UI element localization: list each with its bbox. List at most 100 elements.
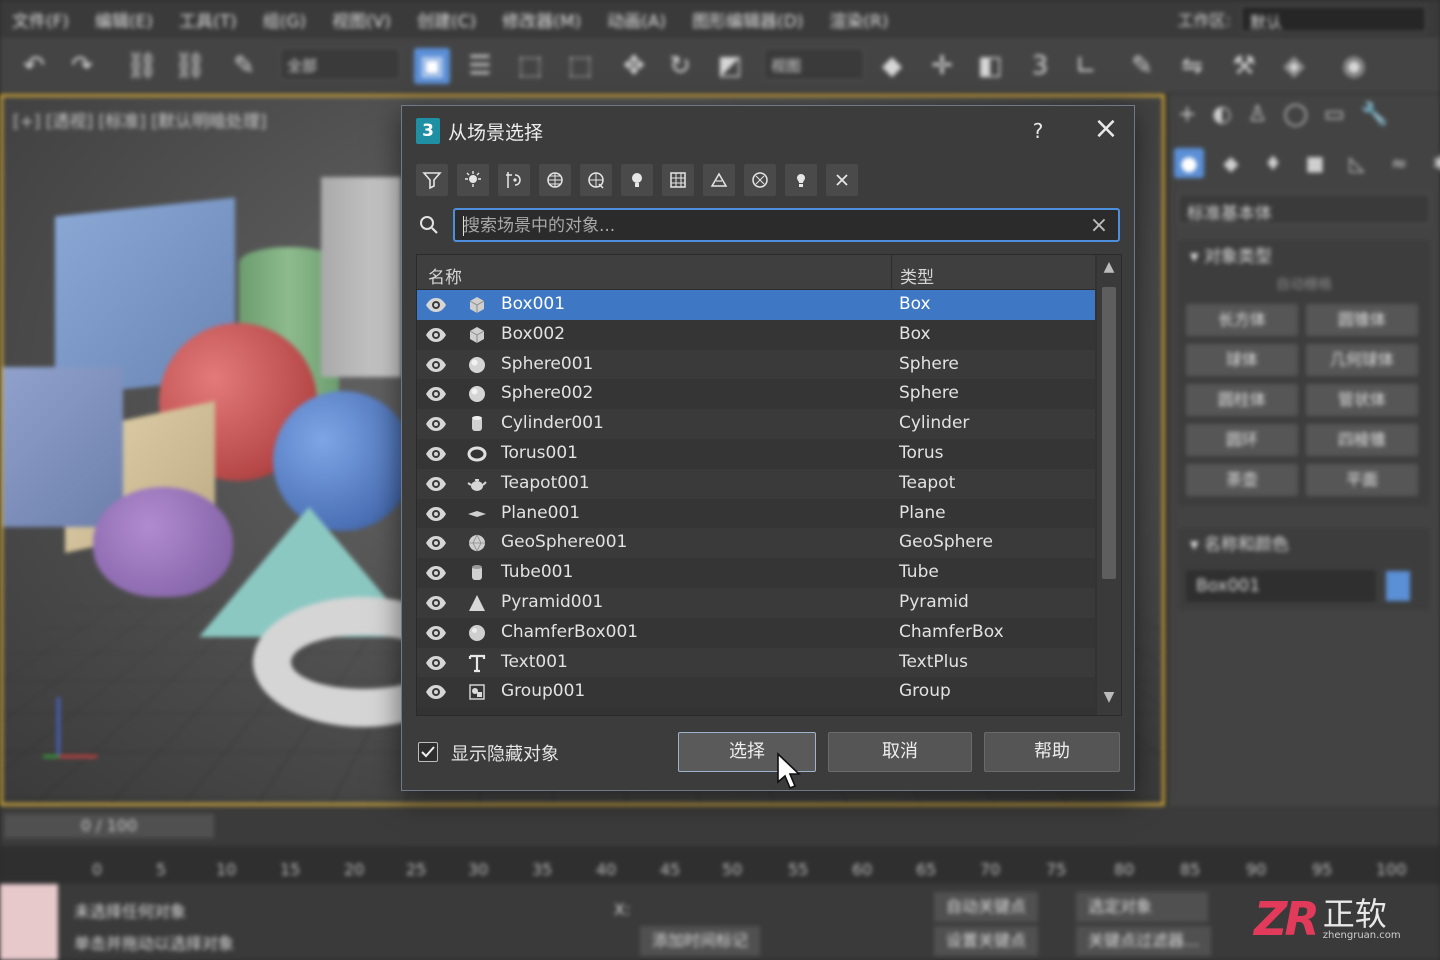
angle-snap-icon[interactable]: ∟ [1068, 48, 1104, 84]
display-cameras-button[interactable] [621, 164, 653, 196]
bind-spacewarp-icon[interactable]: ✎ [226, 48, 262, 84]
visibility-eye-icon[interactable] [425, 505, 447, 523]
dialog-titlebar[interactable]: 3 从场景选择 ? × [402, 106, 1134, 156]
helpers-icon[interactable]: ◺ [1342, 148, 1372, 178]
snaps-toggle-icon[interactable]: 3 [1022, 48, 1058, 84]
layer-explorer-icon[interactable]: ◈ [1276, 48, 1312, 84]
display-geometry-button[interactable] [539, 164, 571, 196]
cancel-button[interactable]: 取消 [828, 732, 972, 772]
undo-icon[interactable]: ↶ [16, 48, 52, 84]
display-tab-icon[interactable]: ▭ [1324, 102, 1345, 127]
auto-key-button[interactable]: 自动关键点 [934, 892, 1039, 922]
autogrid-label[interactable]: 自动栅格 [1178, 274, 1430, 294]
key-mode-dropdown[interactable]: 选定对象 [1076, 892, 1208, 922]
list-row[interactable]: Cylinder001 Cylinder [417, 409, 1095, 439]
menu-group[interactable]: 组(G) [263, 7, 306, 32]
maxscript-listener[interactable] [0, 884, 58, 960]
tube-button[interactable]: 管状体 [1306, 384, 1418, 416]
cone-button[interactable]: 圆锥体 [1306, 304, 1418, 336]
menu-animation[interactable]: 动画(A) [607, 7, 666, 32]
keyboard-shortcut-icon[interactable]: ◧ [972, 48, 1008, 84]
visibility-eye-icon[interactable] [425, 356, 447, 374]
list-row[interactable]: Box002 Box [417, 319, 1095, 350]
scale-icon[interactable]: ◩ [712, 48, 748, 84]
menu-views[interactable]: 视图(V) [332, 7, 391, 32]
display-groups-button[interactable] [703, 164, 735, 196]
geometry-icon[interactable]: ● [1174, 148, 1204, 178]
display-containers-button[interactable] [785, 164, 817, 196]
list-row[interactable]: Text001 TextPlus [417, 647, 1095, 678]
list-row[interactable]: Sphere001 Sphere [417, 349, 1095, 380]
list-row[interactable]: Teapot001 Teapot [417, 468, 1095, 499]
utilities-tab-icon[interactable]: 🔧 [1361, 102, 1388, 127]
display-helpers-button[interactable] [498, 164, 530, 196]
display-spacewarps-button[interactable] [662, 164, 694, 196]
time-slider[interactable]: 0 / 100 [4, 814, 214, 838]
create-tab-icon[interactable]: + [1178, 102, 1196, 127]
scrollbar-thumb[interactable] [1102, 287, 1116, 579]
show-hidden-label[interactable]: 显示隐藏对象 [451, 740, 559, 766]
render-setup-icon[interactable]: ◉ [1336, 48, 1372, 84]
list-row[interactable]: Group001 Group [417, 677, 1095, 708]
list-row[interactable]: Tube001 Tube [417, 558, 1095, 588]
pivot-center-icon[interactable]: ◆ [874, 48, 910, 84]
list-row[interactable]: Torus001 Torus [417, 438, 1095, 469]
reference-coordinate-dropdown[interactable]: 视图 [764, 48, 864, 80]
display-xrefs-button[interactable] [744, 164, 776, 196]
track-bar[interactable]: 0 5 10 15 20 25 30 35 40 45 50 55 60 65 … [0, 846, 1440, 884]
display-filter-button[interactable] [416, 164, 448, 196]
scroll-down-icon[interactable]: ▼ [1099, 689, 1119, 709]
systems-icon[interactable]: ✱ [1426, 148, 1440, 178]
category-dropdown[interactable]: 标准基本体 [1178, 194, 1430, 224]
modify-tab-icon[interactable]: ◐ [1212, 102, 1231, 127]
list-scrollbar[interactable]: ▲ ▼ [1097, 255, 1121, 715]
list-row[interactable]: ChamferBox001 ChamferBox [417, 617, 1095, 648]
geosphere-button[interactable]: 几何球体 [1306, 344, 1418, 376]
motion-tab-icon[interactable]: ◯ [1283, 102, 1308, 127]
object-name-field[interactable]: Box001 [1186, 570, 1376, 602]
search-input[interactable] [463, 213, 1083, 239]
redo-icon[interactable]: ↷ [64, 48, 100, 84]
search-clear-button[interactable]: × [1088, 215, 1110, 237]
viewport-label[interactable]: [+] [透视] [标准] [默认明暗处理] [13, 107, 267, 132]
list-row[interactable]: GeoSphere001 GeoSphere [417, 528, 1095, 559]
list-row[interactable]: Box001 Box [417, 290, 1095, 320]
object-color-swatch[interactable] [1386, 571, 1410, 601]
select-object-icon[interactable]: ▣ [414, 48, 450, 84]
visibility-eye-icon[interactable] [425, 445, 447, 463]
cameras-icon[interactable]: ■ [1300, 148, 1330, 178]
visibility-eye-icon[interactable] [425, 415, 447, 433]
window-crossing-icon[interactable]: ⬚ [562, 48, 598, 84]
sphere-button[interactable]: 球体 [1186, 344, 1298, 376]
display-lights-button[interactable] [457, 164, 489, 196]
teapot-button[interactable]: 茶壶 [1186, 464, 1298, 496]
rectangular-selection-icon[interactable]: ⬚ [512, 48, 548, 84]
scroll-up-icon[interactable]: ▲ [1099, 259, 1119, 279]
column-header-type[interactable]: 类型 [891, 255, 942, 290]
named-selection-icon[interactable]: ✎ [1124, 48, 1160, 84]
object-type-header[interactable]: ▾ 对象类型 [1178, 240, 1430, 274]
visibility-eye-icon[interactable] [425, 683, 447, 701]
workspace-dropdown[interactable]: 默认 [1241, 6, 1426, 32]
mirror-icon[interactable]: ⇋ [1174, 48, 1210, 84]
cylinder-button[interactable]: 圆柱体 [1186, 384, 1298, 416]
visibility-eye-icon[interactable] [425, 534, 447, 552]
visibility-eye-icon[interactable] [425, 624, 447, 642]
set-key-button[interactable]: 设置关键点 [934, 926, 1039, 956]
visibility-eye-icon[interactable] [425, 564, 447, 582]
link-icon[interactable]: ⛓ [124, 48, 160, 84]
align-icon[interactable]: ⚒ [1226, 48, 1262, 84]
menu-graph-editors[interactable]: 图形编辑器(D) [692, 7, 803, 32]
selection-filter-dropdown[interactable]: 全部 [280, 48, 400, 80]
torus-button[interactable]: 圆环 [1186, 424, 1298, 456]
move-icon[interactable]: ✥ [616, 48, 652, 84]
visibility-eye-icon[interactable] [425, 296, 447, 314]
visibility-eye-icon[interactable] [425, 385, 447, 403]
unlink-icon[interactable]: ⛓ [172, 48, 208, 84]
key-filters-button[interactable]: 关键点过滤器... [1076, 926, 1212, 956]
spacewarps-icon[interactable]: ≈ [1384, 148, 1414, 178]
show-hidden-checkbox[interactable] [418, 742, 438, 762]
add-time-tag-button[interactable]: 添加时间标记 [640, 926, 761, 956]
display-shapes-button[interactable] [580, 164, 612, 196]
column-header-name[interactable]: 名称 [428, 263, 462, 288]
